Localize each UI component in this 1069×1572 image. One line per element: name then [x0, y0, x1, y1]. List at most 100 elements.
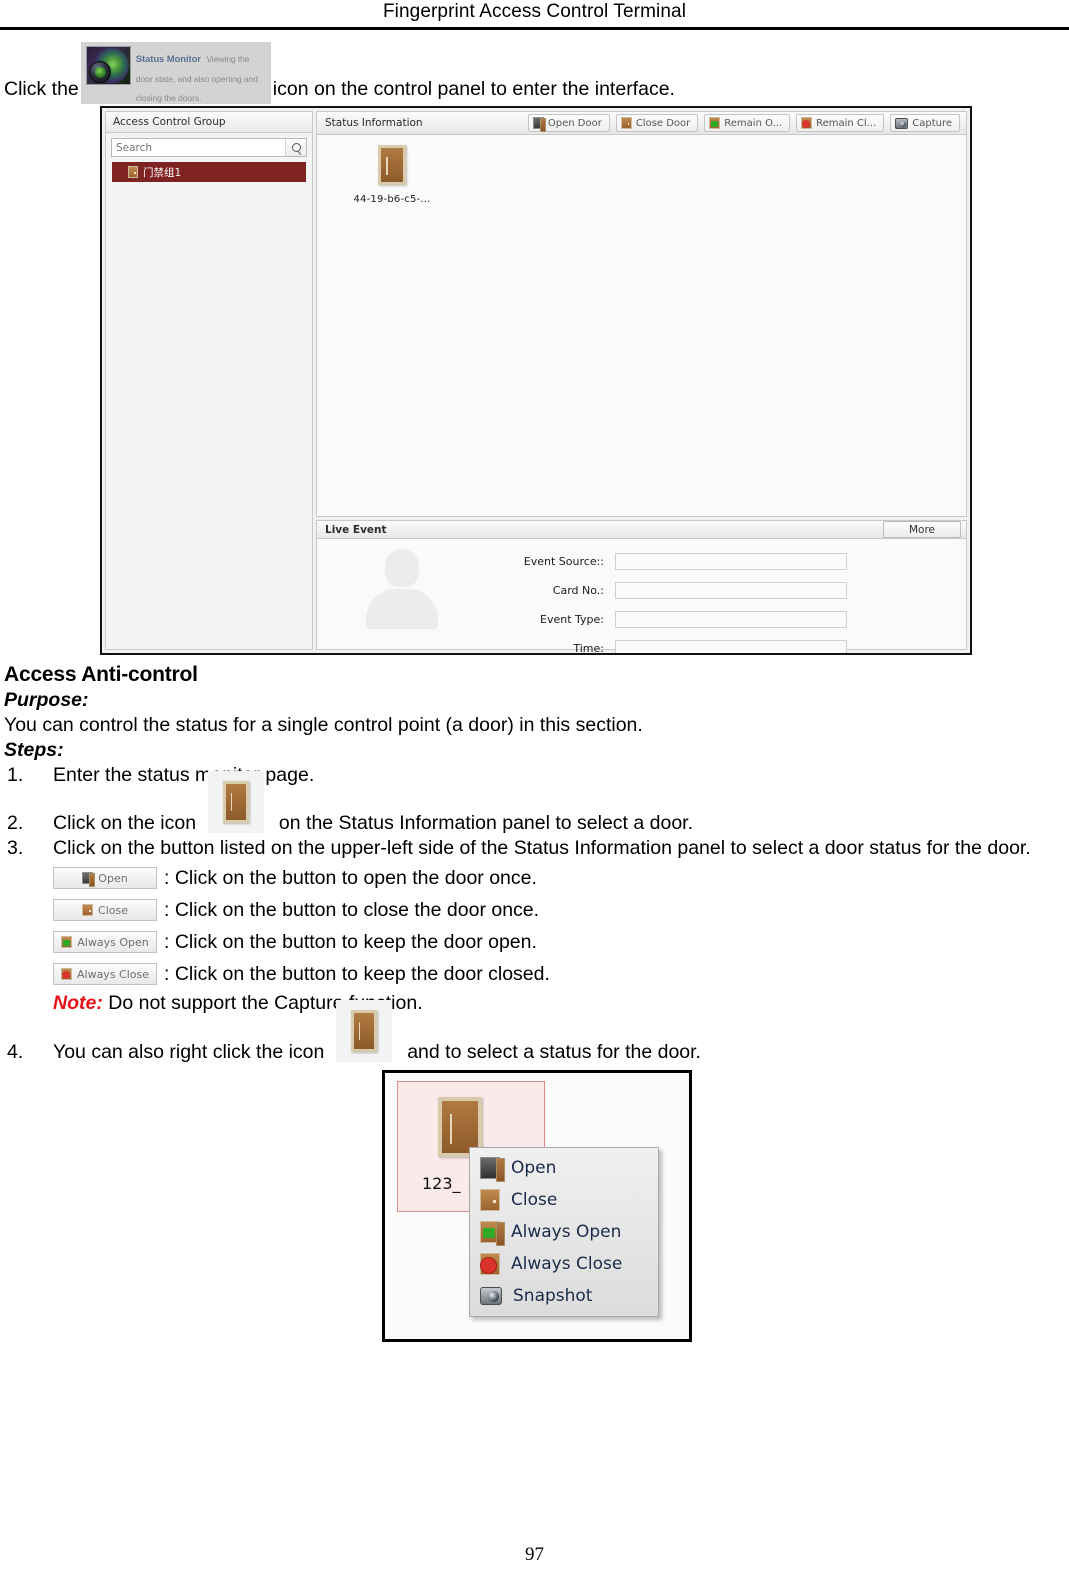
status-monitor-tile-text: Status Monitor Viewing the door state, a… [136, 46, 266, 106]
live-event-title: Live Event [325, 523, 387, 536]
inline-door-image-2 [335, 1000, 392, 1063]
step-4-text-before: You can also right click the icon [53, 1041, 325, 1064]
event-type-input[interactable] [615, 611, 847, 628]
search-input[interactable] [112, 139, 285, 156]
tree-item-access-group[interactable]: 门禁组1 [112, 162, 306, 182]
door-closed-icon [620, 117, 632, 129]
legend-always-open-description: : Click on the button to keep the door o… [164, 930, 537, 953]
header-divider [0, 27, 1069, 30]
context-menu-close-label: Close [511, 1190, 558, 1211]
live-event-panel: Live Event More Event Source:: Card No.:… [316, 520, 967, 653]
door-closed-icon [480, 1189, 500, 1212]
door-tile[interactable]: 44-19-b6-c5-... [347, 145, 437, 205]
purpose-label: Purpose: [4, 689, 89, 711]
close-door-label: Close Door [635, 117, 691, 129]
legend-row-close: Close : Click on the button to close the… [53, 894, 1065, 926]
status-monitor-tile[interactable]: Status Monitor Viewing the door state, a… [80, 42, 271, 106]
card-no-input[interactable] [615, 582, 847, 599]
note-line: Note: Do not support the Capture functio… [53, 992, 1065, 1015]
step-2-text-before: Click on the icon [53, 812, 197, 835]
field-row-time: Time: [487, 634, 966, 653]
camera-icon [480, 1287, 502, 1306]
step-2: 2. Click on the icon on the Status Infor… [4, 771, 1065, 835]
event-source-label: Event Source:: [523, 555, 604, 568]
note-keyword: Note: [53, 992, 103, 1015]
access-control-group-panel: Access Control Group 门禁组1 [105, 111, 313, 650]
context-menu-item-always-close[interactable]: Always Close [470, 1248, 658, 1280]
remain-closed-button[interactable]: Remain Cl... [796, 114, 885, 132]
selected-door-label: 123_ [422, 1174, 461, 1194]
inline-door-image [207, 771, 264, 834]
page-header-title: Fingerprint Access Control Terminal [382, 1, 687, 22]
context-menu-open-label: Open [511, 1158, 557, 1179]
context-menu-always-close-label: Always Close [511, 1254, 623, 1275]
step-2-number: 2. [7, 812, 24, 835]
always-close-button-label: Always Close [76, 967, 150, 981]
status-monitor-tile-title: Status Monitor [135, 54, 201, 65]
status-information-title: Status Information [325, 117, 423, 129]
step-1-text: Enter the status monitor page. [53, 763, 315, 786]
context-menu-item-open[interactable]: Open [470, 1152, 658, 1184]
tree-item-label: 门禁组1 [143, 166, 182, 179]
door-remain-closed-icon [801, 117, 813, 129]
avatar-body-icon [366, 589, 438, 629]
page-header: Fingerprint Access Control Terminal [0, 0, 1069, 30]
context-menu-item-snapshot[interactable]: Snapshot [470, 1280, 658, 1312]
capture-label: Capture [912, 117, 952, 129]
close-button-image[interactable]: Close [53, 899, 157, 922]
remain-open-button[interactable]: Remain O... [704, 114, 791, 132]
door-open-icon [532, 117, 546, 132]
door-closed-icon [82, 904, 94, 917]
door-icon [222, 781, 249, 824]
access-control-group-header: Access Control Group [106, 112, 312, 133]
more-button[interactable]: More [883, 521, 961, 538]
section-title: Access Anti-control [4, 663, 198, 686]
legend-close-description: : Click on the button to close the door … [164, 898, 540, 921]
door-icon [378, 145, 406, 185]
legend-row-always-open: Always Open : Click on the button to kee… [53, 926, 1065, 958]
search-button[interactable] [285, 139, 306, 156]
context-menu-snapshot-label: Snapshot [513, 1286, 593, 1307]
legend-row-open: Open : Click on the button to open the d… [53, 862, 1065, 894]
step-4-text-after: and to select a status for the door. [407, 1041, 701, 1064]
event-source-input[interactable] [615, 553, 847, 570]
open-door-button[interactable]: Open Door [527, 114, 610, 132]
step-3: 3. Click on the button listed on the upp… [4, 837, 1065, 860]
step-1-number: 1. [7, 763, 24, 786]
close-door-button[interactable]: Close Door [615, 114, 699, 132]
always-open-button-label: Always Open [77, 935, 149, 949]
time-input[interactable] [615, 640, 847, 653]
door-open-icon [82, 872, 96, 888]
door-always-close-icon [480, 1253, 500, 1276]
door-remain-open-icon [709, 117, 721, 129]
remain-open-label: Remain O... [724, 117, 783, 129]
steps-list: 1. Enter the status monitor page. 2. Cli… [4, 764, 1065, 860]
access-control-group-title: Access Control Group [113, 116, 226, 128]
search-row[interactable] [111, 138, 307, 157]
door-always-close-icon [60, 968, 72, 981]
capture-button[interactable]: Capture [890, 114, 960, 132]
steps-label: Steps: [4, 738, 64, 761]
always-open-button-image[interactable]: Always Open [53, 931, 157, 954]
context-menu-always-open-label: Always Open [511, 1222, 622, 1243]
page-number: 97 [525, 1544, 544, 1565]
door-tile-label: 44-19-b6-c5-... [353, 194, 431, 205]
always-close-button-image[interactable]: Always Close [53, 963, 157, 986]
step-3-number: 3. [7, 836, 24, 859]
field-row-event-type: Event Type: [487, 605, 966, 634]
purpose-text: You can control the status for a single … [4, 714, 643, 736]
door-open-icon [480, 1157, 505, 1183]
step-3-text: Click on the button listed on the upper-… [53, 836, 1031, 859]
open-button-image[interactable]: Open [53, 867, 157, 890]
open-door-label: Open Door [547, 117, 602, 129]
remain-closed-label: Remain Cl... [816, 117, 877, 129]
steps-list-continued: 4. You can also right click the icon and… [4, 1000, 1065, 1064]
status-information-panel: Status Information Open Door Close Door … [316, 111, 967, 517]
event-type-label: Event Type: [540, 613, 604, 626]
camera-lens-icon [88, 61, 111, 83]
event-avatar-wrap [317, 547, 487, 653]
status-information-body: 44-19-b6-c5-... [317, 135, 966, 516]
context-menu-item-close[interactable]: Close [470, 1184, 658, 1216]
field-row-event-source: Event Source:: [487, 547, 966, 576]
context-menu-item-always-open[interactable]: Always Open [470, 1216, 658, 1248]
